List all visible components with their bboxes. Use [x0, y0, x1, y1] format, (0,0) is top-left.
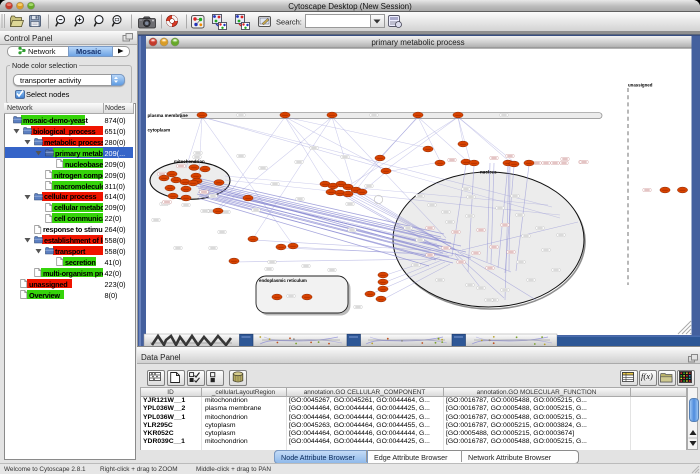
- svg-text:unassigned: unassigned: [628, 83, 653, 88]
- svg-text:mitochondrion: mitochondrion: [174, 159, 205, 164]
- svg-text:cytoplasm: cytoplasm: [148, 128, 171, 133]
- svg-text:endoplasmic reticulum: endoplasmic reticulum: [259, 278, 307, 283]
- svg-text:nucleus: nucleus: [480, 170, 497, 175]
- svg-text:plasma membrane: plasma membrane: [148, 113, 189, 118]
- svg-text:primary metabolic process: primary metabolic process: [371, 38, 464, 47]
